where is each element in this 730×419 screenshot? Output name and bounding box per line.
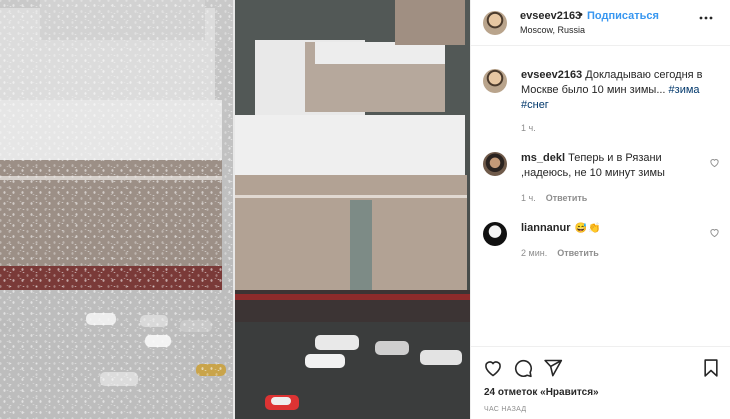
likes-count[interactable]: 24 отметок «Нравится» [484,387,599,398]
photo-after [235,0,470,419]
post-header: evseev2163 • Подписаться Moscow, Russia [471,0,730,46]
post-location[interactable]: Moscow, Russia [520,25,585,35]
comment-meta: 1 ч. Ответить [521,193,587,203]
comment-time: 1 ч. [521,193,536,203]
share-icon[interactable] [543,358,563,378]
reply-button[interactable]: Ответить [557,248,599,258]
posted-time: ЧАС НАЗАД [484,406,527,413]
comment-like-heart-icon[interactable] [709,227,720,238]
instagram-post: evseev2163 • Подписаться Moscow, Russia … [0,0,730,419]
comment-text: liannanur 😅👏 [521,221,706,236]
post-actions: 24 отметок «Нравится» ЧАС НАЗАД [471,346,730,419]
post-sidebar: evseev2163 • Подписаться Moscow, Russia … [470,0,730,419]
photo-before [0,0,233,419]
sweat-smile-emoji-icon: 😅 [574,223,588,234]
follow-button[interactable]: Подписаться [587,10,659,22]
comment-icon[interactable] [513,358,533,378]
hashtag-winter[interactable]: #зима [669,84,700,96]
caption-avatar-icon[interactable] [483,69,507,93]
caption-text: evseev2163 Докладываю сегодня в Москве б… [521,68,721,113]
caption-username[interactable]: evseev2163 [521,69,582,81]
post-photo[interactable] [0,0,470,419]
more-options-icon[interactable] [699,11,713,28]
comment-username[interactable]: liannanur [521,222,571,234]
caption-time: 1 ч. [521,123,536,133]
reply-button[interactable]: Ответить [546,193,588,203]
hashtag-snow[interactable]: #снег [521,99,549,111]
clapping-hands-emoji-icon: 👏 [588,223,601,234]
commenter-avatar-icon[interactable] [483,152,507,176]
comment-meta: 2 мин. Ответить [521,248,599,258]
user-avatar-icon[interactable] [483,11,507,35]
heart-icon[interactable] [483,358,503,378]
bookmark-icon[interactable] [701,358,721,378]
comment-text: ms_dekl Теперь и в Рязани ,надеюсь, не 1… [521,151,706,181]
comment-time: 2 мин. [521,248,548,258]
comment-username[interactable]: ms_dekl [521,152,565,164]
author-username[interactable]: evseev2163 [520,10,581,22]
commenter-avatar-icon[interactable] [483,222,507,246]
comment-like-heart-icon[interactable] [709,157,720,168]
separator-dot: • [579,9,583,21]
